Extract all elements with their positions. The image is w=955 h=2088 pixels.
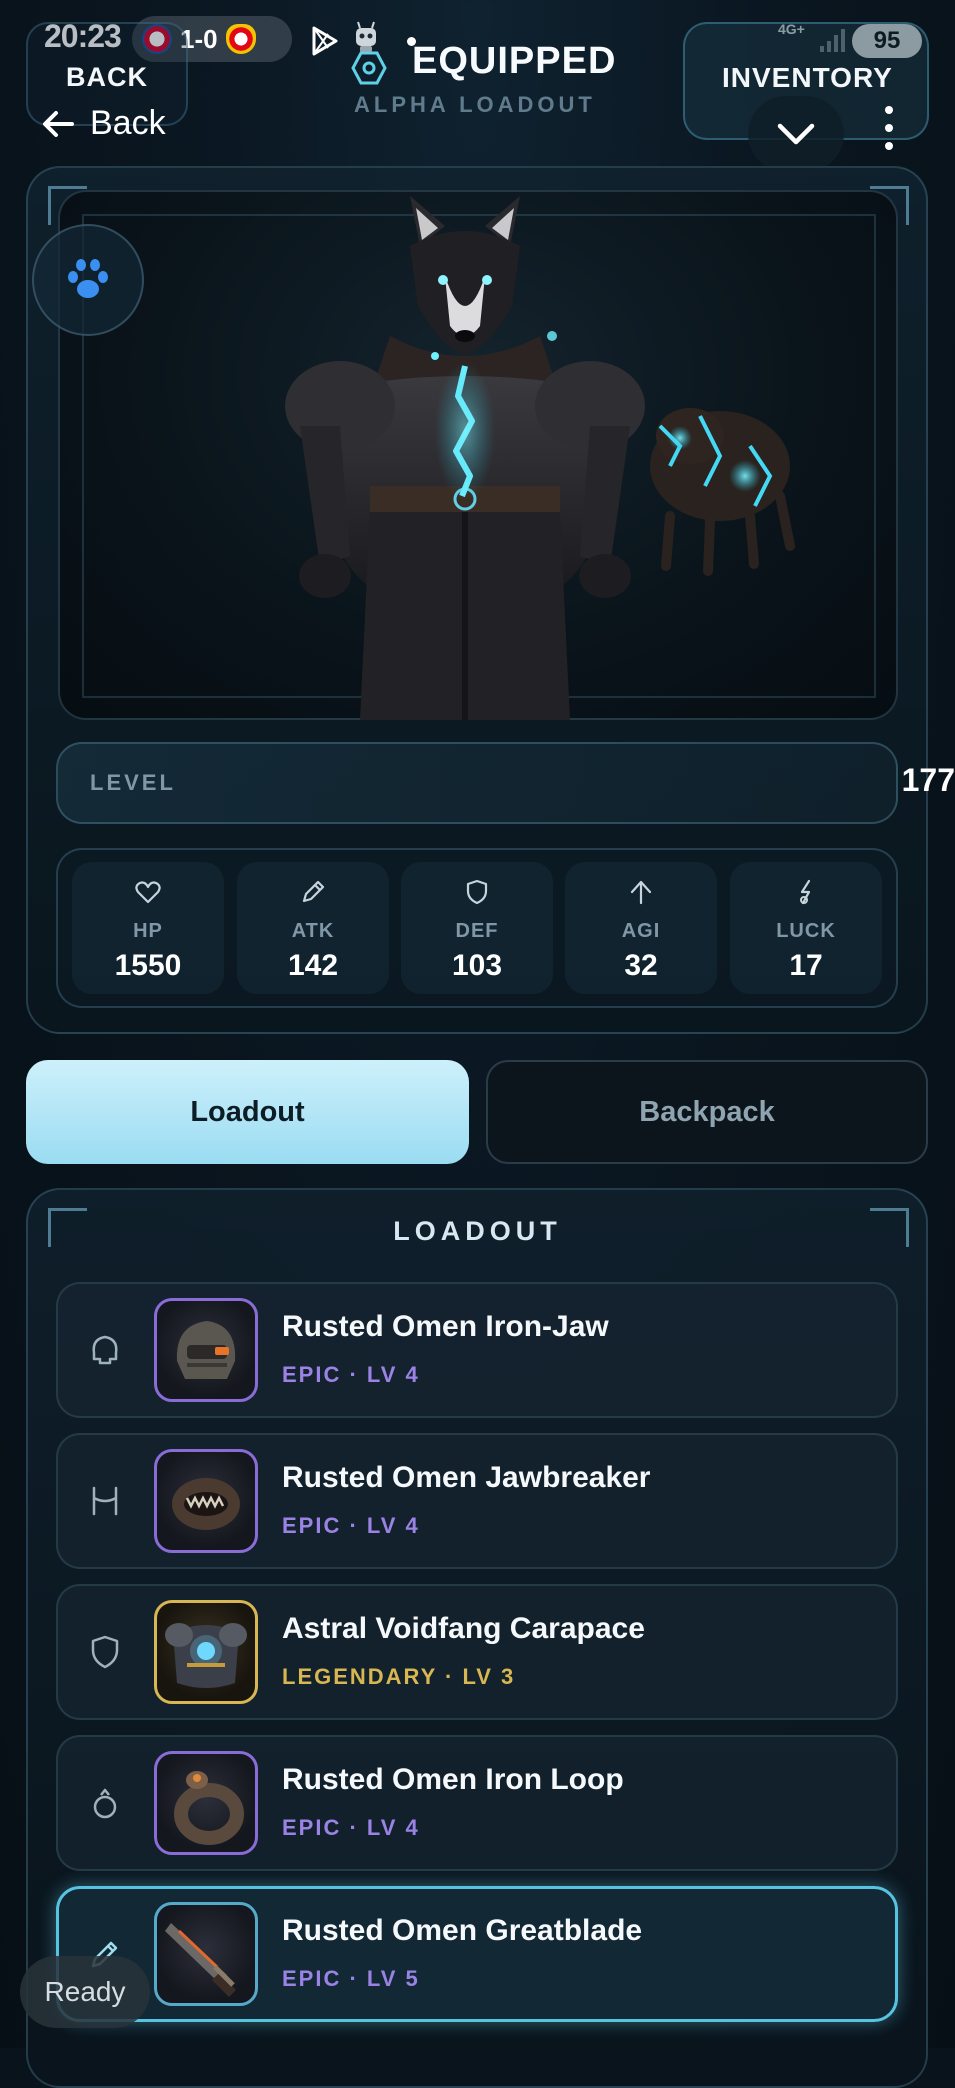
stat-atk: ATK 142 [237,862,389,994]
app-notification-icon [356,21,376,52]
item-rarity-level: EPIC · LV 4 [282,1362,420,1387]
companion-button[interactable] [32,224,144,336]
collapse-toggle-button[interactable] [748,96,844,172]
chevron-down-icon [777,123,815,145]
stat-value: 103 [451,949,503,982]
tab-backpack[interactable]: Backpack [486,1060,928,1164]
item-name: Rusted Omen Iron Loop [282,1763,624,1796]
bolt-icon [800,879,811,905]
loadout-title: LOADOUT [393,1216,562,1246]
carapace-art-icon [165,1623,247,1688]
paw-icon [68,259,108,298]
ring-art-icon [174,1771,244,1845]
armor-slot-icon [91,1635,119,1669]
item-thumbnail [154,1600,258,1704]
stat-luck: LUCK 17 [730,862,882,994]
shield-icon [466,879,488,905]
more-options-icon[interactable] [872,106,906,150]
arrow-up-icon [630,880,652,905]
back-button[interactable]: Back [40,104,166,143]
arrow-left-icon [43,110,74,137]
item-thumbnail [154,1449,258,1553]
helmet-slot-icon [92,1335,118,1365]
stat-label: AGI [621,920,661,942]
greatblade-art-icon [165,1923,237,1998]
inventory-title[interactable]: INVENTORY [722,62,893,94]
stat-value: 1550 [114,949,182,982]
item-rarity-level: EPIC · LV 4 [282,1815,420,1840]
item-rarity-level: EPIC · LV 5 [282,1966,420,1991]
item-rarity-level: EPIC · LV 4 [282,1513,420,1538]
stat-hp: HP 1550 [72,862,224,994]
stat-agi: AGI 32 [565,862,717,994]
item-thumbnail [154,1902,258,2006]
item-name: Rusted Omen Jawbreaker [282,1461,651,1494]
play-store-icon [312,26,338,56]
team-crest-icon [225,24,256,54]
heart-icon [135,881,161,904]
stat-def: DEF 103 [401,862,553,994]
pencil-icon [302,880,325,903]
ready-status-pill: Ready [20,1956,150,2028]
stat-value: 142 [287,949,339,982]
item-name: Rusted Omen Greatblade [282,1914,643,1947]
helmet-art-icon [176,1321,236,1379]
item-thumbnail [154,1751,258,1855]
item-name: Astral Voidfang Carapace [282,1612,645,1645]
stat-label: ATK [291,920,335,942]
stat-label: DEF [455,920,499,942]
hexagon-logo-icon [351,51,387,85]
level-value: 177 [901,762,955,798]
muzzle-slot-icon [92,1486,118,1516]
back-label: Back [90,104,166,142]
header-back-title[interactable]: BACK [66,62,148,93]
ring-slot-icon [93,1788,117,1819]
wolf-warrior-illustration [285,196,795,720]
item-name: Rusted Omen Iron-Jaw [282,1310,609,1343]
jaw-art-icon [172,1478,240,1530]
item-thumbnail [154,1298,258,1402]
stat-value: 32 [624,949,658,982]
page-subtitle: ALPHA LOADOUT [354,92,596,117]
stat-value: 17 [789,949,823,982]
stat-label: LUCK [776,920,836,942]
stat-label: HP [133,920,163,942]
item-rarity-level: LEGENDARY · LV 3 [282,1664,516,1689]
page-title: EQUIPPED [412,40,617,82]
tab-loadout[interactable]: Loadout [26,1060,469,1164]
